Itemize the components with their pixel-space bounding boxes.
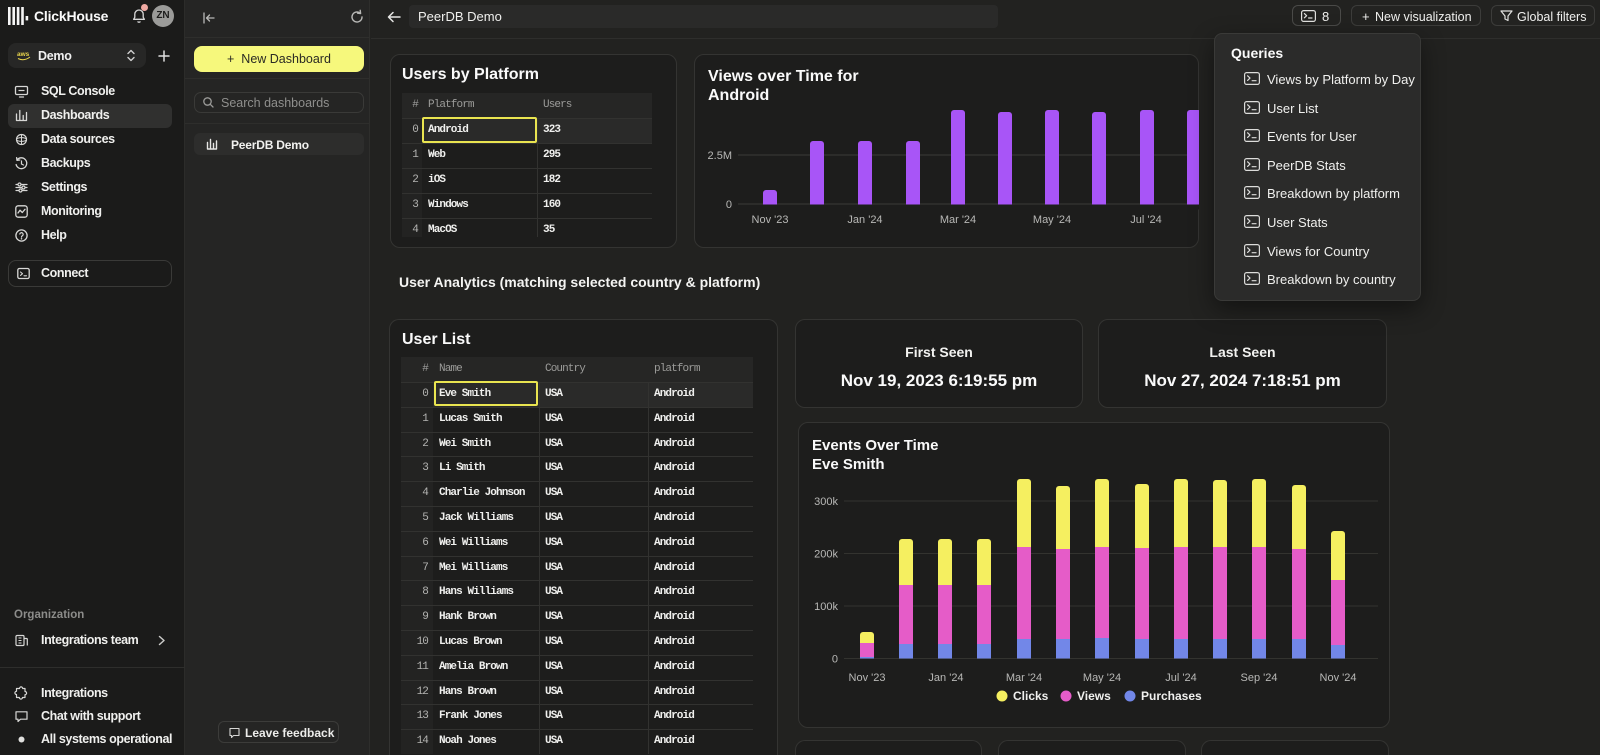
svg-text:aws: aws: [17, 51, 30, 58]
svg-text:Jan '24: Jan '24: [847, 214, 882, 226]
svg-text:300k: 300k: [814, 496, 838, 508]
svg-text:Views: Views: [1077, 689, 1111, 703]
svg-text:Jul '24: Jul '24: [1130, 214, 1161, 226]
svg-text:100k: 100k: [814, 601, 838, 613]
svg-text:0: 0: [726, 199, 732, 211]
svg-text:May '24: May '24: [1033, 214, 1071, 226]
svg-text:200k: 200k: [814, 549, 838, 561]
svg-text:2.5M: 2.5M: [708, 150, 732, 162]
svg-text:May '24: May '24: [1083, 672, 1121, 684]
svg-text:Jul '24: Jul '24: [1165, 672, 1196, 684]
svg-text:Nov '23: Nov '23: [849, 672, 886, 684]
svg-text:Clicks: Clicks: [1013, 689, 1049, 703]
svg-text:Nov '24: Nov '24: [1320, 672, 1357, 684]
svg-text:Jan '24: Jan '24: [928, 672, 963, 684]
svg-text:Mar '24: Mar '24: [940, 214, 976, 226]
svg-text:Sep '24: Sep '24: [1241, 672, 1278, 684]
svg-text:Mar '24: Mar '24: [1006, 672, 1042, 684]
svg-text:Nov '23: Nov '23: [752, 214, 789, 226]
svg-text:Purchases: Purchases: [1141, 689, 1202, 703]
svg-text:0: 0: [832, 654, 838, 666]
